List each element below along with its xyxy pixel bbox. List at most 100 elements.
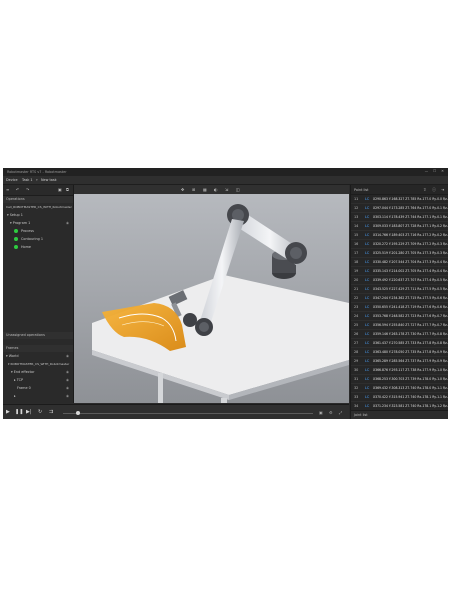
more-icon[interactable]: ⋮ (443, 276, 446, 284)
chevron-down-icon[interactable]: ▾ (36, 178, 38, 182)
link-icon[interactable]: ⇲ (225, 187, 228, 192)
more-icon[interactable]: ⋮ (443, 303, 446, 311)
visibility-icon[interactable]: ◉ (66, 219, 69, 227)
more-icon[interactable]: ⋮ (443, 393, 446, 401)
more-icon[interactable]: ⋮ (443, 366, 446, 374)
more-icon[interactable]: ⋮ (443, 213, 446, 221)
point-row[interactable]: 19 LC X335.143 Y-214.002 Z7.705 Rx-177.4 R… (351, 267, 448, 276)
tree-frame[interactable]: Frame 0 ◉ (3, 384, 73, 392)
operation-item[interactable]: Contouring 1 (3, 235, 73, 243)
more-icon[interactable]: ⋮ (443, 348, 446, 356)
point-row[interactable]: 13 LC X303.114 Y-178.439 Z7.744 Rx-177.1 R… (351, 213, 448, 222)
timeline-track[interactable] (63, 413, 313, 414)
point-row[interactable]: 12 LC X297.044 Y-173.285 Z7.764 Rx-177.0 R… (351, 204, 448, 213)
more-icon[interactable]: ⋮ (443, 339, 446, 347)
maximize-button[interactable]: ☐ (433, 169, 436, 173)
camera-icon[interactable]: ▣ (319, 410, 323, 415)
expand-icon[interactable]: ⤢ (339, 410, 342, 415)
more-icon[interactable]: ⋮ (443, 357, 446, 365)
point-row[interactable]: 27 LC X361.437 Y-270.585 Z7.733 Rx-177.8 R… (351, 339, 448, 348)
select-icon[interactable]: ✥ (181, 187, 184, 192)
upload-icon[interactable]: ⇧ (423, 187, 426, 192)
point-row[interactable]: 22 LC X347.244 Y-234.362 Z7.715 Rx-177.5 R… (351, 294, 448, 303)
point-row[interactable]: 33 LC X370.422 Y-315.941 Z7.740 Rx-178.1 R… (351, 393, 448, 402)
section-icon[interactable]: ◫ (236, 187, 240, 192)
tree-tcp[interactable]: ▸ TCP ◉ (3, 376, 73, 384)
tree-robot[interactable]: ▾ ROBOTMASTER_CS_WITH_Robotmaster (3, 360, 73, 368)
visibility-icon[interactable]: ◉ (66, 384, 69, 392)
step-forward-icon[interactable]: ▶| (26, 409, 32, 415)
more-icon[interactable]: ⋮ (443, 285, 446, 293)
point-row[interactable]: 30 LC X366.876 Y-293.117 Z7.738 Rx-177.9 R… (351, 366, 448, 375)
more-icon[interactable]: ⋮ (443, 204, 446, 212)
task-selector[interactable]: Task 1 (22, 178, 33, 182)
more-icon[interactable]: ⋮ (443, 231, 446, 239)
redo-icon[interactable]: ↷ (26, 187, 29, 192)
visibility-icon[interactable]: ◉ (66, 368, 69, 376)
operation-item[interactable]: Process (3, 227, 73, 235)
point-row[interactable]: 25 LC X356.594 Y-255.840 Z7.727 Rx-177.7 R… (351, 321, 448, 330)
grid-icon[interactable]: ▦ (203, 187, 207, 192)
info-icon[interactable]: ⓘ (432, 187, 436, 193)
close-button[interactable]: ✕ (441, 169, 444, 173)
more-icon[interactable]: ⋮ (443, 321, 446, 329)
more-icon[interactable]: ⋮ (443, 222, 446, 230)
minimize-button[interactable]: — (425, 169, 428, 173)
more-icon[interactable]: ⋮ (443, 375, 446, 383)
point-row[interactable]: 28 LC X363.480 Y-278.050 Z7.735 Rx-177.8 R… (351, 348, 448, 357)
operation-item[interactable]: Home (3, 243, 73, 251)
point-row[interactable]: 31 LC X368.253 Y-300.703 Z7.739 Rx-178.0 R… (351, 375, 448, 384)
visibility-icon[interactable]: ◉ (66, 376, 69, 384)
point-row[interactable]: 23 LC X350.655 Y-241.418 Z7.719 Rx-177.6 R… (351, 303, 448, 312)
point-row[interactable]: 18 LC X330.482 Y-207.544 Z7.704 Rx-177.3 R… (351, 258, 448, 267)
copy-icon[interactable]: ⧉ (66, 187, 69, 192)
more-icon[interactable]: ⋮ (443, 384, 446, 392)
loop-icon[interactable]: ↻ (38, 409, 42, 415)
device-menu[interactable]: Device (6, 178, 18, 182)
view-icon[interactable]: ◐ (214, 187, 218, 192)
more-icon[interactable]: ⋮ (443, 312, 446, 320)
settings-icon[interactable]: ⚙ (329, 410, 333, 415)
tree-item[interactable]: ▸ ◉ (3, 392, 73, 400)
more-icon[interactable]: ⋮ (443, 240, 446, 248)
export-icon[interactable]: ⇥ (441, 187, 444, 192)
point-row[interactable]: 15 LC X314.766 Y-189.403 Z7.716 Rx-177.2 R… (351, 231, 448, 240)
point-row[interactable]: 16 LC X320.272 Y-195.229 Z7.709 Rx-177.2 R… (351, 240, 448, 249)
point-row[interactable]: 29 LC X365.289 Y-285.564 Z7.737 Rx-177.9 R… (351, 357, 448, 366)
point-row[interactable]: 20 LC X339.492 Y-220.637 Z7.707 Rx-177.4 R… (351, 276, 448, 285)
point-row[interactable]: 17 LC X325.519 Y-201.280 Z7.705 Rx-177.3 R… (351, 249, 448, 258)
point-row[interactable]: 14 LC X309.033 Y-183.807 Z7.728 Rx-177.1 R… (351, 222, 448, 231)
pause-icon[interactable]: ❚❚ (15, 409, 23, 415)
save-icon[interactable]: ▣ (58, 187, 62, 192)
point-row[interactable]: 11 LC X290.863 Y-168.327 Z7.785 Rx-177.0 R… (351, 195, 448, 204)
timeline-scrubber[interactable] (76, 411, 80, 415)
tree-program[interactable]: ▾ Program 1 ◉ (3, 219, 73, 227)
more-icon[interactable]: ⋮ (443, 330, 446, 338)
list-icon[interactable]: ≡ (6, 187, 9, 192)
more-icon[interactable]: ⋮ (443, 249, 446, 257)
tree-cell[interactable]: Cell_ROBOTMASTER_CS_WITH_Robotmaster (3, 203, 73, 211)
point-row[interactable]: 21 LC X343.525 Y-227.429 Z7.711 Rx-177.5 R… (351, 285, 448, 294)
fit-icon[interactable]: ⊞ (192, 187, 195, 192)
tree-end-effector[interactable]: ▾ End effector ◉ (3, 368, 73, 376)
play-icon[interactable]: ▶ (6, 409, 10, 415)
new-task-button[interactable]: New task (41, 178, 57, 182)
tree-world[interactable]: ▾ World ◉ (3, 352, 73, 360)
more-icon[interactable]: ⋮ (443, 258, 446, 266)
more-icon[interactable]: ⋮ (443, 195, 446, 203)
more-icon[interactable]: ⋮ (443, 294, 446, 302)
undo-icon[interactable]: ↶ (16, 187, 19, 192)
visibility-icon[interactable]: ◉ (66, 392, 69, 400)
point-row[interactable]: 24 LC X353.768 Y-248.582 Z7.723 Rx-177.6 R… (351, 312, 448, 321)
more-icon[interactable]: ⋮ (443, 402, 446, 410)
3d-viewport[interactable]: ✥ ⊞ ▦ ◐ ⇲ ◫ (74, 185, 349, 403)
visibility-icon[interactable]: ◉ (66, 352, 69, 360)
speed-icon[interactable]: ⇉ (49, 409, 53, 415)
point-value: X325.519 Y-201.280 Z7.705 Rx-177.3 Ry-0.… (373, 251, 448, 255)
joint-list-label: Joint list (354, 413, 368, 417)
tree-setup[interactable]: ▾ Setup 1 (3, 211, 73, 219)
point-row[interactable]: 26 LC X359.146 Y-263.178 Z7.730 Rx-177.7 R… (351, 330, 448, 339)
joint-list-tab[interactable]: Joint list (351, 410, 448, 419)
point-row[interactable]: 32 LC X369.432 Y-308.313 Z7.740 Rx-178.0 R… (351, 384, 448, 393)
more-icon[interactable]: ⋮ (443, 267, 446, 275)
